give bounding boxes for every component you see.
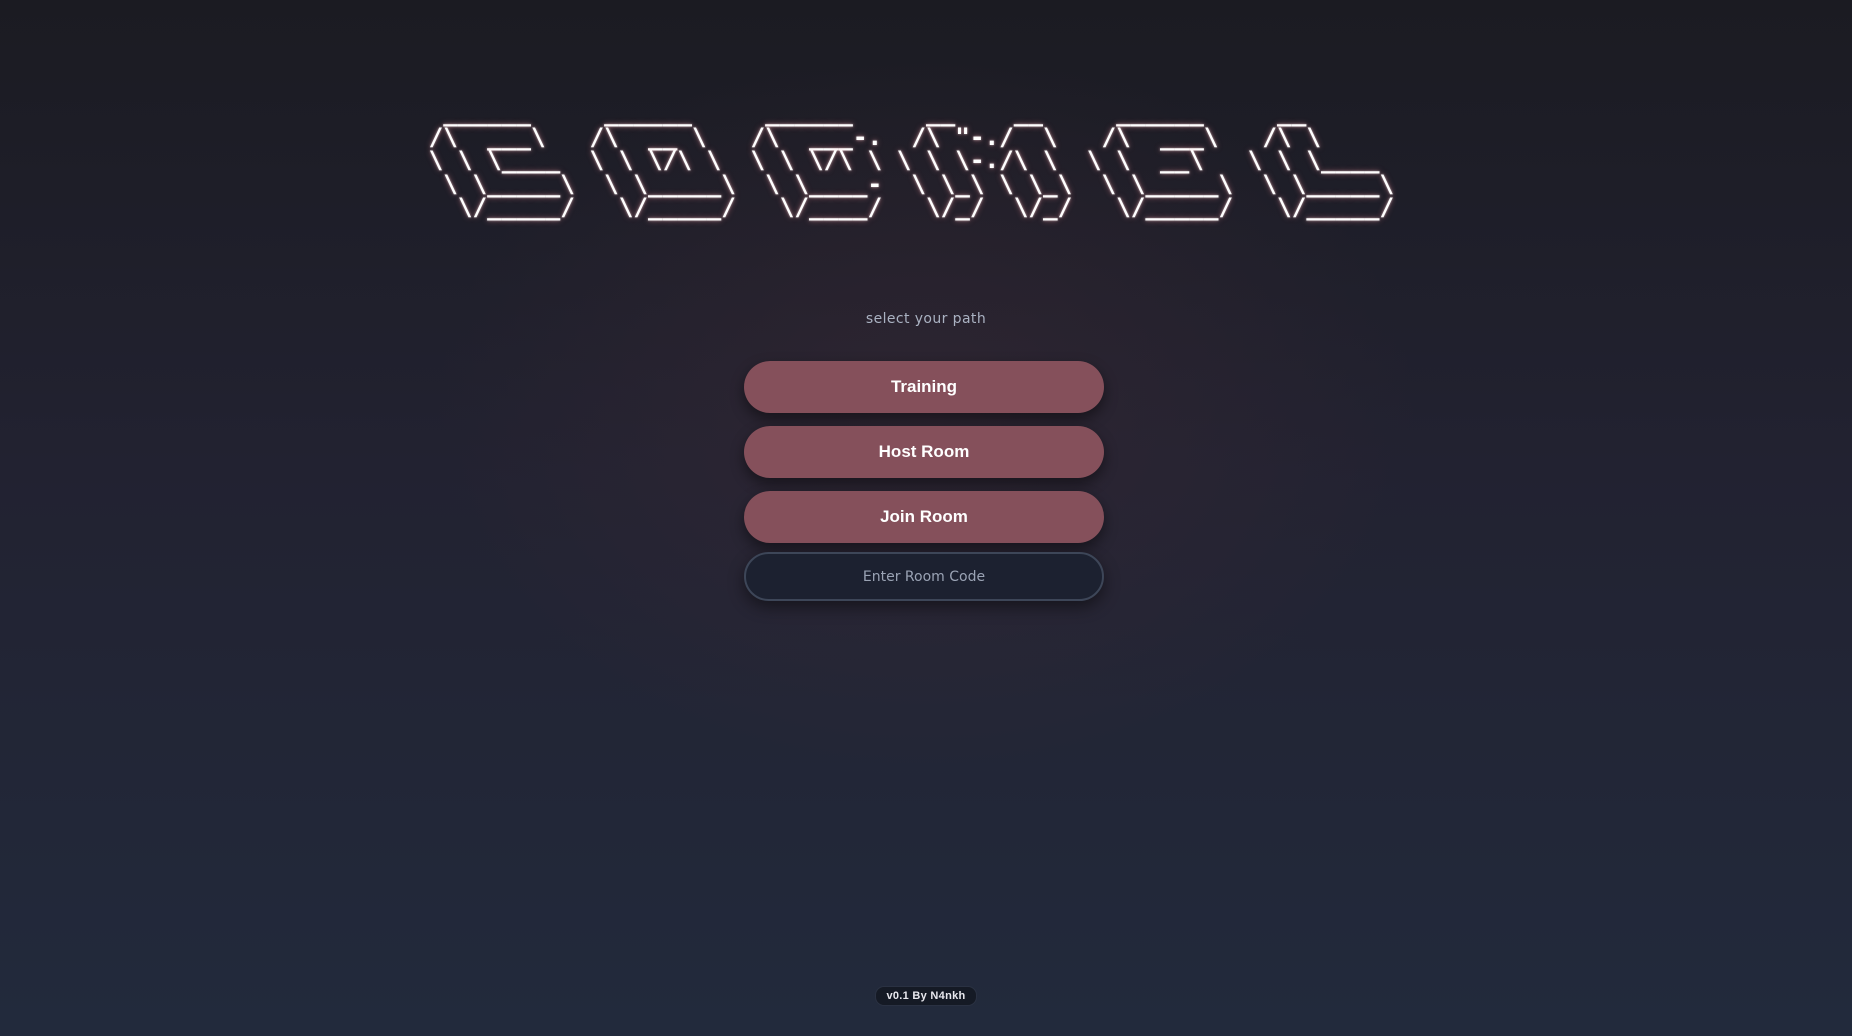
ascii-logo: ______ ______ ______ __ __ ______ __ /\ …	[0, 98, 1852, 221]
version-footer: v0.1 By N4nkh	[0, 984, 1852, 1006]
subtitle: select your path	[865, 311, 987, 327]
ascii-logo-text: ______ ______ ______ __ __ ______ __ /\ …	[428, 98, 1395, 221]
version-badge: v0.1 By N4nkh	[875, 986, 977, 1006]
main-menu: Training Host Room Join Room	[744, 361, 1104, 601]
host-room-button[interactable]: Host Room	[744, 426, 1104, 478]
room-code-input[interactable]	[744, 552, 1104, 601]
join-room-button[interactable]: Join Room	[744, 491, 1104, 543]
training-button[interactable]: Training	[744, 361, 1104, 413]
